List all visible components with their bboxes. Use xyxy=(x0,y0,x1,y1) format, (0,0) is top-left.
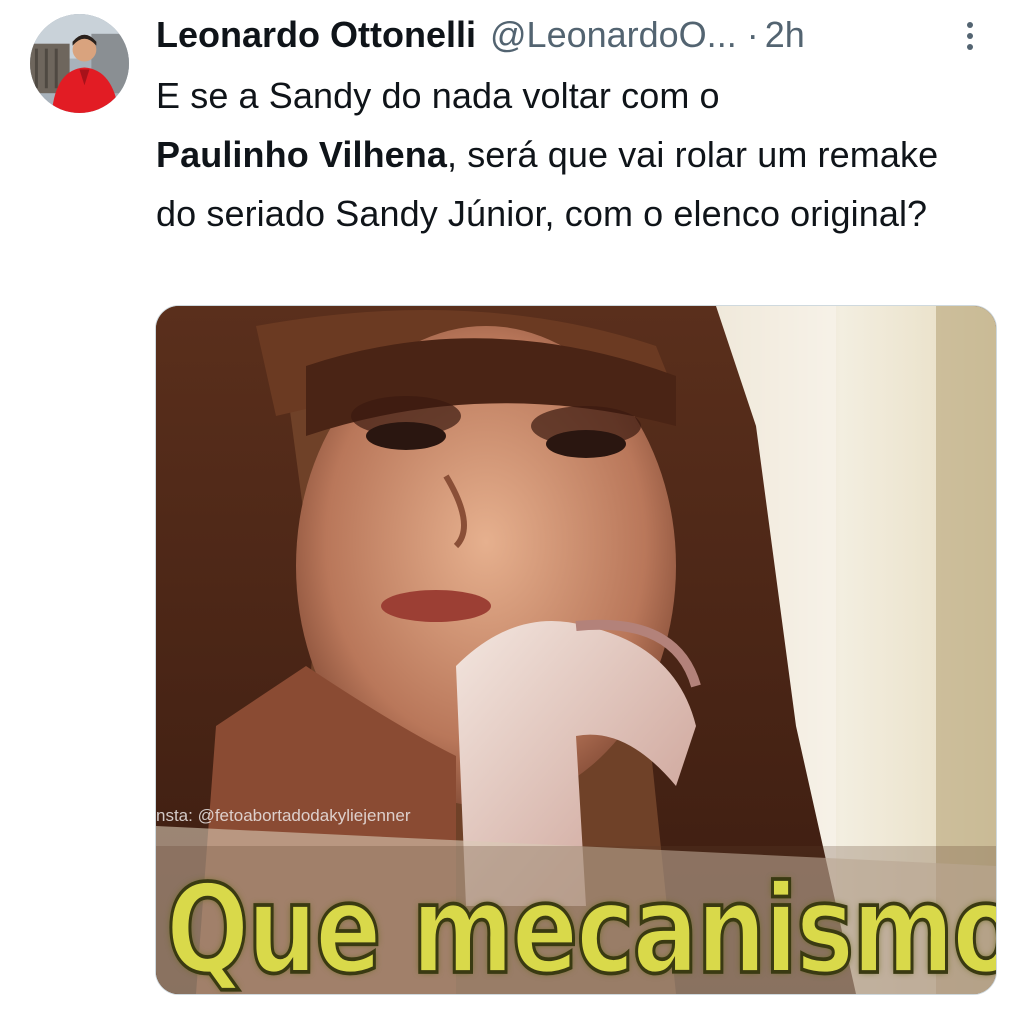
timestamp[interactable]: 2h xyxy=(765,10,805,60)
tweet[interactable]: Leonardo Ottonelli @LeonardoO... · 2h E … xyxy=(0,0,1024,1015)
tweet-text-mention: Paulinho Vilhena xyxy=(156,134,447,175)
separator-dot: · xyxy=(746,14,759,55)
avatar[interactable] xyxy=(30,14,129,113)
user-handle[interactable]: @LeonardoO... xyxy=(490,10,737,60)
avatar-image xyxy=(30,14,129,113)
tweet-text-part1: E se a Sandy do nada voltar com o xyxy=(156,75,720,116)
meme-caption: Que mecanismo! xyxy=(165,859,997,995)
watermark-text: nsta: @fetoabortadodakyliejenner xyxy=(156,806,411,825)
tweet-media-image[interactable]: nsta: @fetoabortadodakyliejenner Que mec… xyxy=(155,305,997,995)
tweet-header: Leonardo Ottonelli @LeonardoO... · 2h xyxy=(156,10,805,60)
more-vertical-icon[interactable] xyxy=(958,20,982,52)
tweet-text: E se a Sandy do nada voltar com o Paulinh… xyxy=(156,66,976,243)
display-name[interactable]: Leonardo Ottonelli xyxy=(156,10,476,60)
